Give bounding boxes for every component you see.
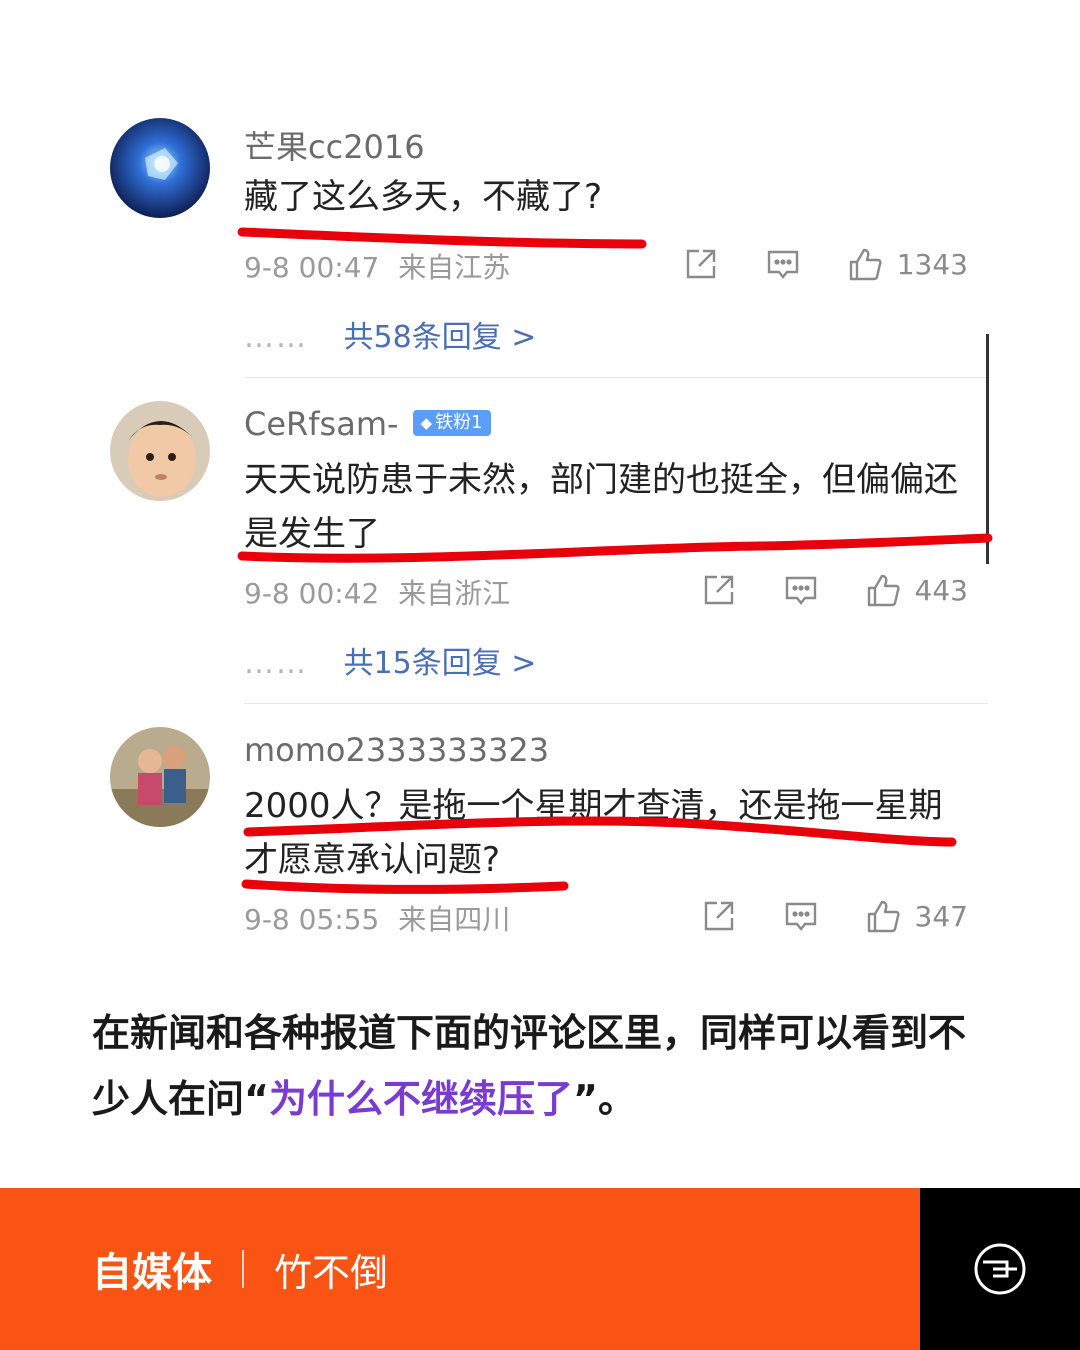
red-underline	[237, 227, 647, 249]
comment-actions: 1343	[683, 246, 968, 282]
username[interactable]: momo2333333323	[244, 731, 549, 769]
footer-bar: 自媒体 竹不倒	[0, 1188, 1080, 1350]
share-icon[interactable]	[701, 572, 737, 608]
thumbs-up-icon[interactable]	[865, 898, 901, 934]
comment-meta: 9-8 05:55 来自四川	[244, 898, 510, 938]
fan-badge: ◆ 铁粉1	[412, 410, 491, 436]
like-count: 443	[914, 573, 968, 607]
reply-icon[interactable]	[783, 572, 819, 608]
circle-logo-icon	[974, 1243, 1026, 1295]
comment-meta: 9-8 00:42 来自浙江	[244, 572, 510, 612]
scrollbar[interactable]	[986, 334, 989, 564]
username-text[interactable]: CeRfsam-	[244, 405, 399, 443]
divider	[244, 377, 988, 378]
replies-label[interactable]: 共58条回复 >	[344, 320, 537, 355]
comment-text: 2000人？是拖一个星期才查清，还是拖一星期才愿意承认问题?	[244, 786, 943, 880]
comment-time: 9-8 05:55	[244, 903, 380, 936]
replies-label[interactable]: 共15条回复 >	[344, 646, 537, 681]
username[interactable]: CeRfsam- ◆ 铁粉1	[244, 405, 491, 443]
reply-icon[interactable]	[765, 246, 801, 282]
avatar[interactable]	[110, 401, 210, 501]
comment-text: 藏了这么多天，不藏了?	[244, 177, 603, 217]
badge-label: 铁粉1	[435, 412, 483, 433]
comment-time: 9-8 00:47	[244, 251, 380, 284]
view-replies-link[interactable]: …… 共58条回复 >	[244, 312, 536, 356]
divider	[244, 703, 988, 704]
footer-divider	[242, 1250, 244, 1288]
comment-text: 天天说防患于未然，部门建的也挺全，但偏偏还是发生了	[244, 460, 958, 554]
caption-paragraph: 在新闻和各种报道下面的评论区里，同样可以看到不少人在问“为什么不继续压了”。	[92, 1000, 992, 1132]
username[interactable]: 芒果cc2016	[244, 122, 425, 168]
diamond-icon: ◆	[420, 414, 433, 432]
caption-text-end: ”。	[573, 1077, 636, 1121]
footer-brand-area: 自媒体 竹不倒	[0, 1188, 920, 1350]
brand-label: 自媒体	[92, 1250, 212, 1296]
footer-logo-area	[920, 1188, 1080, 1350]
share-icon[interactable]	[683, 246, 719, 282]
replies-dots: ……	[244, 646, 308, 681]
comment-actions: 347	[701, 898, 968, 934]
avatar[interactable]	[110, 727, 210, 827]
author-label: 竹不倒	[274, 1250, 389, 1295]
comment-time: 9-8 00:42	[244, 577, 380, 610]
thumbs-up-icon[interactable]	[865, 572, 901, 608]
reply-icon[interactable]	[783, 898, 819, 934]
comment-location: 来自江苏	[398, 251, 511, 284]
share-icon[interactable]	[701, 898, 737, 934]
view-replies-link[interactable]: …… 共15条回复 >	[244, 638, 536, 682]
comment-location: 来自浙江	[398, 577, 511, 610]
caption-highlight: 为什么不继续压了	[268, 1077, 573, 1121]
avatar[interactable]	[110, 118, 210, 218]
like-count: 1343	[896, 247, 968, 281]
comment-location: 来自四川	[398, 903, 511, 936]
replies-dots: ……	[244, 320, 308, 355]
thumbs-up-icon[interactable]	[847, 246, 883, 282]
comment-meta: 9-8 00:47 来自江苏	[244, 246, 510, 286]
comment-actions: 443	[701, 572, 968, 608]
like-count: 347	[914, 899, 968, 933]
